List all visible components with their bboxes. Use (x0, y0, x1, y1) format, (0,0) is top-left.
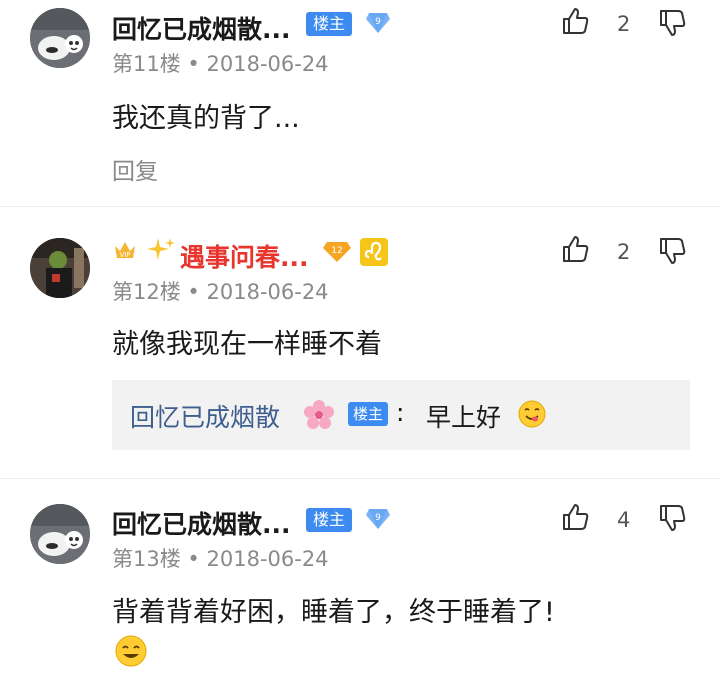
cherry-blossom-icon (302, 398, 336, 432)
thumbs-down-icon[interactable] (657, 8, 687, 38)
owner-badge: 楼主 (306, 12, 353, 36)
divider (0, 206, 720, 207)
separator-dot: • (187, 280, 200, 304)
yum-face-emoji (518, 400, 546, 428)
quote-colon: : (396, 398, 405, 427)
smile-face-emoji (114, 634, 148, 668)
svg-text:VIP: VIP (119, 251, 130, 259)
floor-number: 第12楼 (112, 280, 181, 304)
crown-icon: VIP (113, 238, 137, 262)
diamond-icon: 12 (322, 240, 352, 264)
quote-text: 早上好 (426, 403, 502, 432)
sparkle-icon (146, 236, 176, 264)
post-date: 2018-06-24 (206, 547, 329, 571)
comment-text: 背着背着好困，睡着了，终于睡着了! (112, 597, 555, 628)
thumbs-up-icon[interactable] (560, 6, 590, 36)
quoted-reply[interactable]: 回忆已成烟散 楼主 : 早上好 (112, 380, 690, 450)
owner-badge: 楼主 (306, 508, 353, 532)
username[interactable]: 回忆已成烟散... (112, 505, 291, 541)
floor-number: 第13楼 (112, 547, 181, 571)
like-count: 2 (617, 240, 631, 264)
comment-text: 我还真的背了... (112, 103, 300, 134)
post-date: 2018-06-24 (206, 52, 329, 76)
owner-badge: 楼主 (348, 402, 389, 426)
like-count: 4 (617, 508, 631, 532)
thumbs-up-icon[interactable] (560, 234, 590, 264)
thumbs-down-icon[interactable] (657, 236, 687, 266)
divider (0, 478, 720, 479)
level-number: 12 (331, 246, 342, 256)
like-count: 2 (617, 12, 631, 36)
diamond-icon: 9 (365, 11, 391, 35)
user-avatar[interactable] (30, 8, 90, 68)
user-avatar[interactable] (30, 504, 90, 564)
quote-author[interactable]: 回忆已成烟散 (130, 398, 280, 434)
diamond-icon: 9 (365, 507, 391, 531)
separator-dot: • (187, 547, 200, 571)
thumbs-up-icon[interactable] (560, 502, 590, 532)
leo-zodiac-icon (360, 238, 388, 266)
post-date: 2018-06-24 (206, 280, 329, 304)
username[interactable]: 回忆已成烟散... (112, 10, 291, 46)
comment-text: 就像我现在一样睡不着 (112, 329, 382, 360)
level-number: 9 (375, 17, 381, 27)
thumbs-down-icon[interactable] (657, 503, 687, 533)
floor-number: 第11楼 (112, 52, 181, 76)
separator-dot: • (187, 52, 200, 76)
reply-button[interactable]: 回复 (112, 152, 158, 186)
level-number: 9 (375, 513, 381, 523)
user-avatar[interactable] (30, 238, 90, 298)
username[interactable]: 遇事问春... (180, 238, 309, 274)
